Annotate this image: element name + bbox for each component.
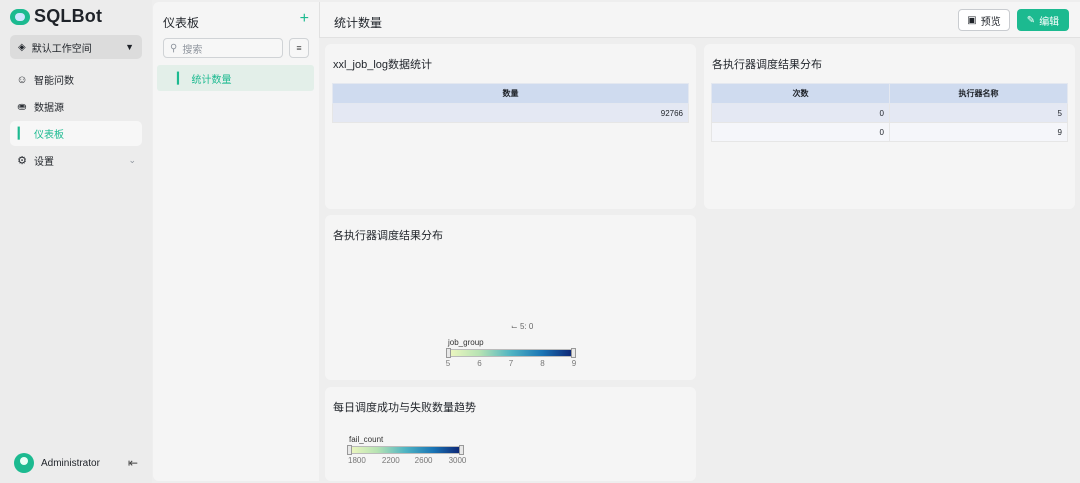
app-name: SQLBot bbox=[34, 6, 103, 26]
search-icon: ⚲ bbox=[170, 42, 178, 54]
sqlbot-logo-icon bbox=[10, 8, 30, 25]
legend-gradient-bar[interactable] bbox=[446, 348, 576, 358]
table-cell: 0 bbox=[711, 103, 890, 123]
table-row: 92766 bbox=[332, 103, 689, 123]
data-table: 数量 92766 bbox=[332, 83, 689, 123]
preview-label: 预览 bbox=[980, 16, 1001, 28]
card-title: 各执行器调度结果分布 bbox=[333, 230, 443, 242]
sidebar-item-label: 数据源 bbox=[34, 103, 64, 114]
legend-gradient-bar[interactable] bbox=[347, 445, 464, 455]
legend-tick: 7 bbox=[508, 359, 514, 368]
chevron-down-icon: ⌄ bbox=[128, 155, 136, 165]
legend-handle-min[interactable] bbox=[347, 445, 352, 455]
legend-ticks: 1800 2200 2600 3000 bbox=[348, 456, 466, 466]
sidebar-item-settings[interactable]: ⚙ 设置 ⌄ bbox=[10, 148, 142, 173]
collapse-sidebar-icon[interactable]: ⇤ bbox=[128, 456, 138, 470]
monitor-icon: ▣ bbox=[967, 14, 977, 26]
color-legend[interactable]: job_group 5 6 7 8 9 bbox=[445, 338, 577, 369]
sort-button[interactable]: ≡ bbox=[289, 38, 309, 58]
chart-tooltip-label: ⌙ 5: 0 bbox=[511, 322, 534, 331]
user-menu[interactable]: Administrator ⇤ bbox=[14, 453, 138, 473]
main-content: 统计数量 ▣ 预览 ✎ 编辑 xxl_job_log数据统计 数量 92766 … bbox=[319, 2, 1080, 481]
legend-title: fail_count bbox=[349, 435, 384, 444]
bar-chart-icon: ▎ bbox=[177, 72, 186, 85]
layers-icon: ◈ bbox=[18, 41, 26, 53]
sidebar-item-label: 智能问数 bbox=[34, 76, 74, 87]
sidebar-item-dashboard[interactable]: ▎ 仪表板 bbox=[10, 121, 142, 146]
legend-handle-max[interactable] bbox=[571, 348, 576, 358]
database-icon: ⛂ bbox=[17, 101, 27, 113]
dashboard-list-title: 仪表板 bbox=[163, 16, 200, 30]
chart-card-executor-heatmap: 各执行器调度结果分布 ⌙ 5: 0 job_group 5 6 7 8 9 bbox=[325, 215, 696, 380]
table-header-cell: 执行器名称 bbox=[889, 83, 1068, 104]
table-cell: 0 bbox=[711, 122, 890, 142]
chart-card-log-count: xxl_job_log数据统计 数量 92766 bbox=[325, 44, 696, 209]
top-bar: 统计数量 ▣ 预览 ✎ 编辑 bbox=[319, 2, 1080, 38]
legend-handle-max[interactable] bbox=[459, 445, 464, 455]
legend-ticks: 5 6 7 8 9 bbox=[445, 359, 577, 369]
legend-tick: 5 bbox=[445, 359, 451, 368]
chart-card-executor-table: 各执行器调度结果分布 次数 执行器名称 0 5 0 9 bbox=[704, 44, 1075, 209]
table-cell: 9 bbox=[889, 122, 1068, 142]
edit-label: 编辑 bbox=[1039, 16, 1060, 28]
chat-icon: ☺ bbox=[16, 73, 28, 86]
table-header-cell: 次数 bbox=[711, 83, 890, 104]
legend-handle-min[interactable] bbox=[446, 348, 451, 358]
dashboard-item-label: 统计数量 bbox=[191, 74, 232, 86]
table-cell: 92766 bbox=[332, 103, 689, 123]
gear-icon: ⚙ bbox=[17, 155, 27, 167]
sidebar-item-label: 仪表板 bbox=[34, 130, 64, 141]
legend-tick: 8 bbox=[540, 359, 545, 368]
caret-down-icon: ▼ bbox=[125, 42, 134, 52]
table-row: 0 9 bbox=[711, 122, 1068, 142]
pencil-icon: ✎ bbox=[1026, 14, 1036, 26]
legend-tick: 1800 bbox=[348, 456, 366, 465]
legend-tick: 2600 bbox=[414, 456, 433, 465]
card-title: 每日调度成功与失败数量趋势 bbox=[333, 402, 476, 414]
add-icon[interactable]: + bbox=[300, 10, 309, 28]
app-logo[interactable]: SQLBot bbox=[10, 6, 102, 27]
sidebar: SQLBot ◈ 默认工作空间 ▼ ☺ 智能问数 ⛂ 数据源 ▎ 仪表板 ⚙ 设… bbox=[0, 0, 152, 483]
legend-tick: 9 bbox=[571, 359, 577, 368]
table-row: 0 5 bbox=[711, 103, 1068, 123]
workspace-label: 默认工作空间 bbox=[31, 43, 92, 55]
color-legend[interactable]: fail_count 1800 2200 2600 3000 bbox=[347, 435, 466, 466]
card-title: xxl_job_log数据统计 bbox=[333, 59, 433, 71]
data-table: 次数 执行器名称 0 5 0 9 bbox=[711, 83, 1068, 142]
table-cell: 5 bbox=[889, 103, 1068, 123]
sidebar-item-chat[interactable]: ☺ 智能问数 bbox=[10, 67, 142, 92]
dashboard-list-panel: 仪表板 + ⚲ 搜索 ≡ ▎ 统计数量 bbox=[153, 2, 319, 481]
card-title: 各执行器调度结果分布 bbox=[712, 59, 822, 71]
avatar bbox=[14, 453, 34, 473]
tooltip-text: 5: 0 bbox=[519, 322, 534, 331]
edit-button[interactable]: ✎ 编辑 bbox=[1017, 9, 1069, 31]
legend-tick: 6 bbox=[477, 359, 482, 368]
sidebar-item-label: 设置 bbox=[34, 157, 54, 168]
legend-tick: 2200 bbox=[381, 456, 400, 465]
table-header-cell: 数量 bbox=[332, 83, 689, 104]
legend-tick: 3000 bbox=[448, 456, 467, 465]
preview-button[interactable]: ▣ 预览 bbox=[958, 9, 1010, 31]
sidebar-item-datasource[interactable]: ⛂ 数据源 bbox=[10, 94, 142, 119]
chart-card-daily-trend: 每日调度成功与失败数量趋势 fail_count 1800 2200 2600 … bbox=[325, 387, 696, 481]
legend-title: job_group bbox=[448, 338, 484, 347]
dashboard-list-item[interactable]: ▎ 统计数量 bbox=[157, 65, 314, 91]
bar-chart-icon: ▎ bbox=[17, 128, 27, 140]
user-name: Administrator bbox=[41, 457, 100, 469]
page-title: 统计数量 bbox=[334, 16, 383, 30]
sidebar-nav: ☺ 智能问数 ⛂ 数据源 ▎ 仪表板 ⚙ 设置 ⌄ bbox=[10, 67, 142, 175]
search-placeholder: 搜索 bbox=[182, 44, 203, 56]
search-input[interactable]: ⚲ 搜索 bbox=[163, 38, 283, 58]
workspace-select[interactable]: ◈ 默认工作空间 ▼ bbox=[10, 35, 142, 59]
